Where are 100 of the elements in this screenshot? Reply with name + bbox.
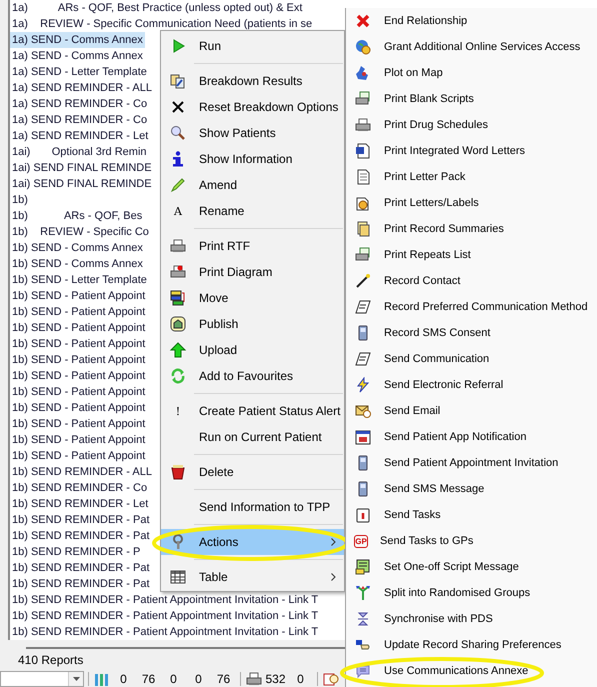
menu-item[interactable]: Run on Current Patient: [161, 424, 344, 450]
report-row[interactable]: 1a) SEND - Comms Annex: [10, 32, 145, 48]
menu-item[interactable]: Show Patients: [161, 120, 344, 146]
wand-icon: [354, 273, 372, 289]
menu-item[interactable]: Run: [161, 33, 344, 59]
report-row[interactable]: 1a) SEND - Letter Template: [10, 64, 149, 80]
menu-item[interactable]: Print Blank Scripts: [346, 86, 597, 112]
report-row[interactable]: 1b) SEND - Patient Appoint: [10, 352, 148, 368]
speech-bubble-icon: [354, 663, 372, 679]
report-row[interactable]: 1ai) Optional 3rd Remin: [10, 144, 149, 160]
report-row[interactable]: 1b) SEND - Patient Appoint: [10, 416, 148, 432]
menu-item[interactable]: Upload: [161, 337, 344, 363]
count-label: 76: [216, 672, 232, 686]
report-row[interactable]: 1b) SEND - Patient Appoint: [10, 320, 148, 336]
report-row[interactable]: 1b) SEND - Patient Appoint: [10, 448, 148, 464]
report-row[interactable]: 1ai) SEND FINAL REMINDE: [10, 176, 154, 192]
report-row[interactable]: 1b) SEND REMINDER - Let: [10, 496, 150, 512]
count-label: 0: [296, 672, 305, 686]
report-row[interactable]: 1b) SEND - Patient Appoint: [10, 368, 148, 384]
report-row[interactable]: 1b) SEND - Comms Annex: [10, 240, 145, 256]
report-row[interactable]: 1b) SEND - Letter Template: [10, 272, 149, 288]
menu-item[interactable]: Print Letter Pack: [346, 164, 597, 190]
report-row[interactable]: 1b) SEND REMINDER - Patient Appointment Invitation - Link T: [10, 624, 320, 640]
scrollbar[interactable]: [26, 647, 346, 649]
menu-item[interactable]: Print Diagram: [161, 259, 344, 285]
menu-item[interactable]: Send Communication: [346, 346, 597, 372]
report-row[interactable]: 1b) SEND - Patient Appoint: [10, 288, 148, 304]
dropdown-field[interactable]: [0, 671, 84, 687]
menu-item[interactable]: Send Email: [346, 398, 597, 424]
menu-item[interactable]: Move: [161, 285, 344, 311]
report-row[interactable]: 1b) SEND - Patient Appoint: [10, 384, 148, 400]
menu-item[interactable]: Add to Favourites: [161, 363, 344, 389]
report-row[interactable]: 1a) REVIEW - Specific Communication Need (patients in se: [10, 16, 314, 32]
glyph-icon: !: [169, 404, 187, 418]
menu-item[interactable]: Show Information: [161, 146, 344, 172]
report-row[interactable]: 1a) SEND REMINDER - Co: [10, 96, 150, 112]
search-icon: [169, 125, 187, 141]
report-row[interactable]: 1b) SEND REMINDER - Pat: [10, 528, 152, 544]
report-row[interactable]: 1b) SEND REMINDER - Patient Appointment Invitation - Link T: [10, 592, 320, 608]
menu-item[interactable]: Send Patient App Notification: [346, 424, 597, 450]
document-icon: [354, 143, 372, 159]
menu-item[interactable]: Set One-off Script Message: [346, 554, 597, 580]
report-row[interactable]: 1a) SEND REMINDER - Co: [10, 112, 150, 128]
report-row[interactable]: 1b) REVIEW - Specific Co: [10, 224, 151, 240]
menu-item[interactable]: Record Contact: [346, 268, 597, 294]
menu-item[interactable]: Print Drug Schedules: [346, 112, 597, 138]
report-row[interactable]: 1b) SEND REMINDER - Pat: [10, 560, 152, 576]
menu-item[interactable]: ! Create Patient Status Alert: [161, 398, 344, 424]
menu-item[interactable]: Send Tasks: [346, 502, 597, 528]
report-row[interactable]: 1b) SEND - Patient Appoint: [10, 400, 148, 416]
pencil-icon: [169, 177, 187, 193]
report-row[interactable]: 1b) SEND REMINDER - Patient Appointment Invitation - Link T: [10, 608, 320, 624]
report-row[interactable]: 1b) SEND - Comms Annex: [10, 256, 145, 272]
menu-item[interactable]: Amend: [161, 172, 344, 198]
report-row[interactable]: 1b) SEND - Patient Appoint: [10, 336, 148, 352]
report-row[interactable]: 1b) SEND - Patient Appoint: [10, 304, 148, 320]
menu-item[interactable]: Print Integrated Word Letters: [346, 138, 597, 164]
menu-item[interactable]: Record SMS Consent: [346, 320, 597, 346]
menu-item[interactable]: End Relationship: [346, 8, 597, 34]
menu-item[interactable]: Send Patient Appointment Invitation: [346, 450, 597, 476]
menu-item[interactable]: Print Repeats List: [346, 242, 597, 268]
report-row[interactable]: 1b) SEND REMINDER - P: [10, 544, 142, 560]
printer-icon: [354, 117, 372, 133]
menu-item[interactable]: Use Communications Annexe: [346, 658, 597, 684]
menu-item[interactable]: Reset Breakdown Options: [161, 94, 344, 120]
menu-item[interactable]: Send Information to TPP: [161, 494, 344, 520]
menu-item[interactable]: Send Electronic Referral: [346, 372, 597, 398]
menu-item[interactable]: Grant Additional Online Services Access: [346, 34, 597, 60]
menu-item[interactable]: Delete: [161, 459, 344, 485]
menu-item[interactable]: Synchronise with PDS: [346, 606, 597, 632]
menu-item[interactable]: Update Record Sharing Preferences: [346, 632, 597, 658]
report-row[interactable]: 1b) SEND REMINDER - ALL: [10, 464, 154, 480]
report-row[interactable]: 1b) ARs - QOF, Bes: [10, 208, 144, 224]
menu-item[interactable]: Table: [161, 564, 344, 590]
menu-item[interactable]: Breakdown Results: [161, 68, 344, 94]
menu-item[interactable]: Split into Randomised Groups: [346, 580, 597, 606]
report-row[interactable]: 1b): [10, 192, 30, 208]
report-row[interactable]: 1b) SEND REMINDER - Pat: [10, 576, 152, 592]
menu-item[interactable]: Print Record Summaries: [346, 216, 597, 242]
menu-item[interactable]: Print RTF: [161, 233, 344, 259]
menu-item[interactable]: Publish: [161, 311, 344, 337]
menu-item[interactable]: Send SMS Message: [346, 476, 597, 502]
arrows-icon: [354, 585, 372, 601]
report-row[interactable]: 1a) SEND REMINDER - ALL: [10, 80, 154, 96]
report-row[interactable]: 1a) ARs - QOF, Best Practice (unless opted out) & Ext: [10, 0, 304, 16]
report-row[interactable]: 1a) SEND - Comms Annex: [10, 48, 145, 64]
script-icon: [354, 559, 372, 575]
printer-icon: [169, 264, 187, 280]
menu-item[interactable]: GP Send Tasks to GPs: [346, 528, 597, 554]
report-row[interactable]: 1b) SEND - Patient Appoint: [10, 432, 148, 448]
menu-item[interactable]: Record Preferred Communication Method: [346, 294, 597, 320]
menu-item[interactable]: A Rename: [161, 198, 344, 224]
menu-item[interactable]: Print Letters/Labels: [346, 190, 597, 216]
report-row[interactable]: 1b) SEND REMINDER - Pat: [10, 512, 152, 528]
printer-icon: [354, 247, 372, 263]
count-label: 0: [169, 672, 178, 686]
menu-item[interactable]: Plot on Map: [346, 60, 597, 86]
report-row[interactable]: 1ai) SEND FINAL REMINDE: [10, 160, 154, 176]
report-row[interactable]: 1b) SEND REMINDER - Co: [10, 480, 150, 496]
report-row[interactable]: 1a) SEND REMINDER - Let: [10, 128, 150, 144]
